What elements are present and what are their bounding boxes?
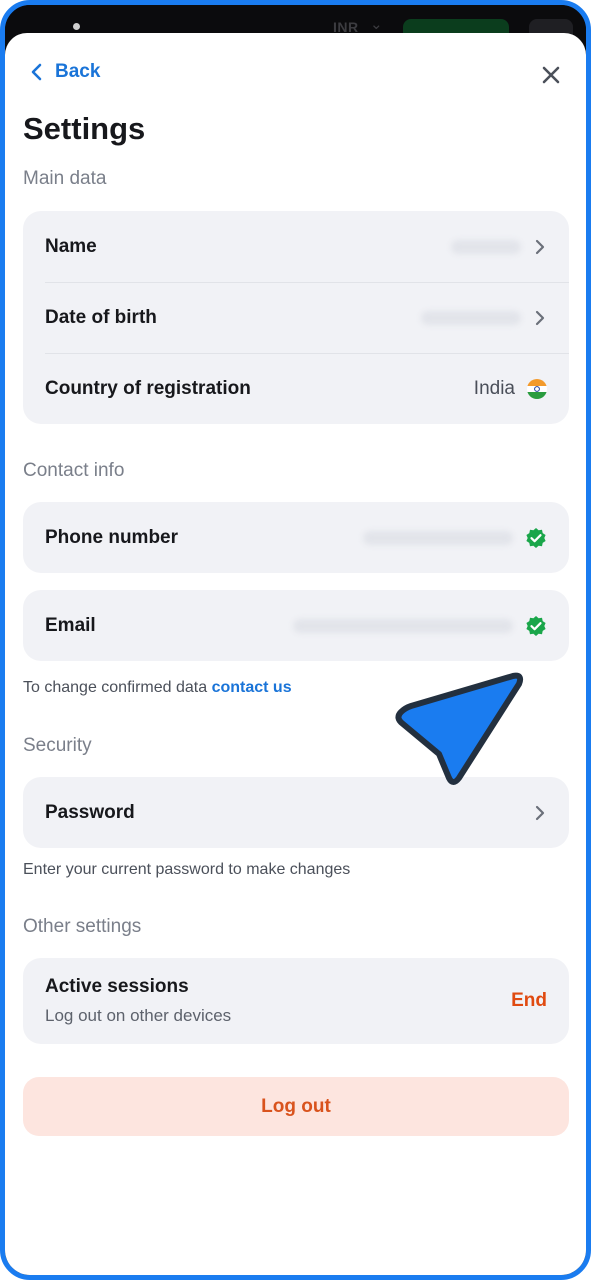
sessions-subtitle: Log out on other devices (45, 1006, 232, 1025)
email-row: Email (23, 590, 569, 661)
section-main-data: Main data (23, 168, 107, 189)
password-row[interactable]: Password (23, 777, 569, 848)
phone-label: Phone number (45, 526, 179, 548)
section-contact-info: Contact info (23, 460, 125, 481)
password-hint: Enter your current password to make chan… (23, 861, 351, 878)
contact-us-link[interactable]: contact us (212, 679, 292, 696)
status-dot (73, 23, 80, 30)
verified-check-icon (526, 615, 546, 636)
password-label: Password (45, 801, 135, 823)
logout-button[interactable]: Log out (23, 1077, 569, 1136)
phone-card: Phone number (23, 502, 569, 573)
chevron-down-icon: ⌄ (370, 16, 383, 33)
name-row[interactable]: Name (23, 211, 569, 282)
name-value-redacted (451, 239, 521, 254)
country-value: India (473, 377, 515, 399)
email-card: Email (23, 590, 569, 661)
section-other-settings: Other settings (23, 916, 142, 937)
chevron-right-icon (535, 805, 545, 820)
email-value-redacted (293, 618, 513, 633)
dob-value-redacted (421, 310, 521, 325)
active-sessions-row: Active sessions Log out on other devices… (23, 958, 569, 1044)
end-sessions-button[interactable]: End (511, 990, 547, 1012)
main-data-card: Name Date of birth Country of registrati… (23, 211, 569, 424)
dob-row[interactable]: Date of birth (23, 282, 569, 353)
section-security: Security (23, 735, 92, 756)
settings-sheet: Back Settings Main data Name Date of bir… (5, 33, 586, 1275)
back-label: Back (55, 61, 101, 82)
cursor-arrow-icon (395, 672, 524, 785)
back-button[interactable]: Back (29, 61, 100, 83)
verified-check-icon (526, 527, 546, 548)
phone-value-redacted (363, 530, 513, 545)
chevron-right-icon (535, 239, 545, 254)
close-icon[interactable] (539, 63, 563, 87)
device-frame: INR ⌄ Back Settings Main data Name Date … (0, 0, 591, 1280)
chevron-left-icon (31, 63, 42, 81)
dob-label: Date of birth (45, 306, 157, 328)
contact-note: To change confirmed data contact us (23, 679, 292, 697)
country-label: Country of registration (45, 377, 251, 399)
password-card: Password (23, 777, 569, 848)
phone-row: Phone number (23, 502, 569, 573)
contact-note-text: To change confirmed data (23, 679, 208, 696)
sessions-text: Active sessions Log out on other devices (45, 976, 231, 1026)
country-row: Country of registration India (23, 353, 569, 424)
name-label: Name (45, 235, 97, 257)
india-flag-icon (527, 378, 547, 399)
email-label: Email (45, 614, 96, 636)
sessions-title: Active sessions (45, 976, 189, 997)
chevron-right-icon (535, 310, 545, 325)
page-title: Settings (23, 111, 146, 146)
sessions-card: Active sessions Log out on other devices… (23, 958, 569, 1044)
